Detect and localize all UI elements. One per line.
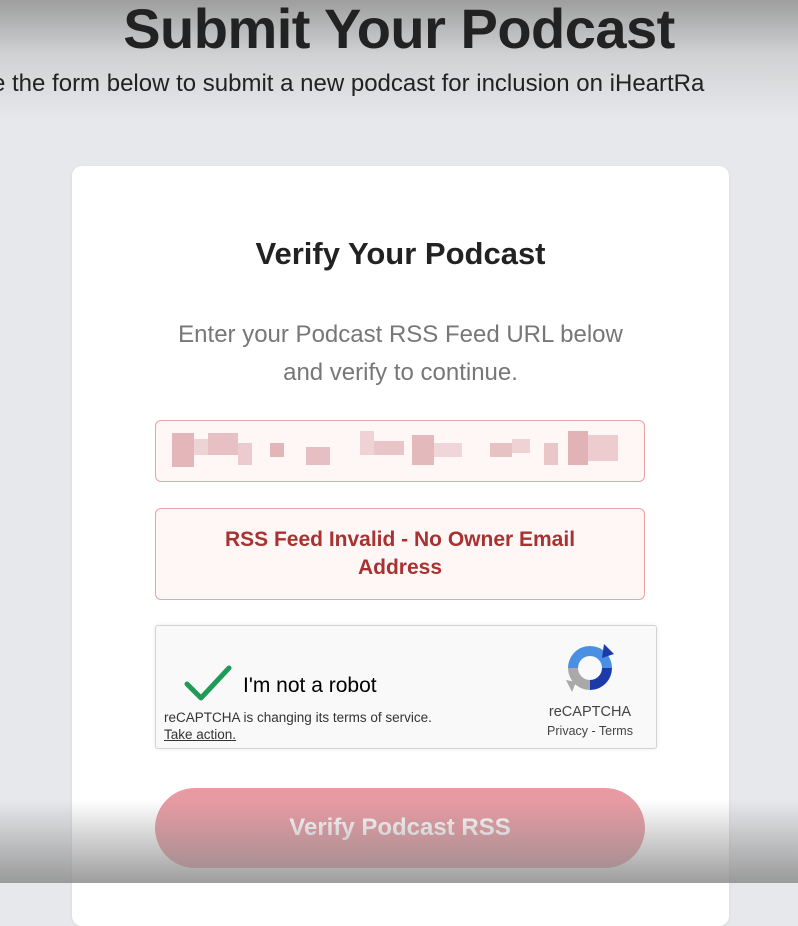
take-action-link[interactable]: Take action. <box>164 727 236 742</box>
verify-card: Verify Your Podcast Enter your Podcast R… <box>72 166 729 926</box>
rss-url-field[interactable] <box>155 420 645 482</box>
recaptcha-notice: reCAPTCHA is changing its terms of servi… <box>164 710 432 725</box>
card-title: Verify Your Podcast <box>255 236 546 271</box>
links-separator: - <box>588 724 599 738</box>
terms-link[interactable]: Terms <box>599 724 633 738</box>
verify-podcast-button[interactable]: Verify Podcast RSS <box>155 788 645 868</box>
recaptcha-logo-icon <box>566 644 614 692</box>
recaptcha-links: Privacy - Terms <box>534 724 646 738</box>
error-alert: RSS Feed Invalid - No Owner Email Addres… <box>155 508 645 600</box>
recaptcha-checkbox-label[interactable]: I'm not a robot <box>243 674 377 698</box>
recaptcha-brand: reCAPTCHA <box>548 704 632 720</box>
card-description: Enter your Podcast RSS Feed URL below an… <box>178 321 623 386</box>
rss-url-input[interactable] <box>156 421 644 481</box>
recaptcha-widget: I'm not a robot reCAPTCHA is changing it… <box>155 625 657 749</box>
page-subtitle: e the form below to submit a new podcast… <box>0 70 705 97</box>
checkmark-icon[interactable] <box>184 664 232 704</box>
privacy-link[interactable]: Privacy <box>547 724 588 738</box>
page-title: Submit Your Podcast <box>123 0 675 60</box>
error-message: RSS Feed Invalid - No Owner Email Addres… <box>224 528 576 579</box>
